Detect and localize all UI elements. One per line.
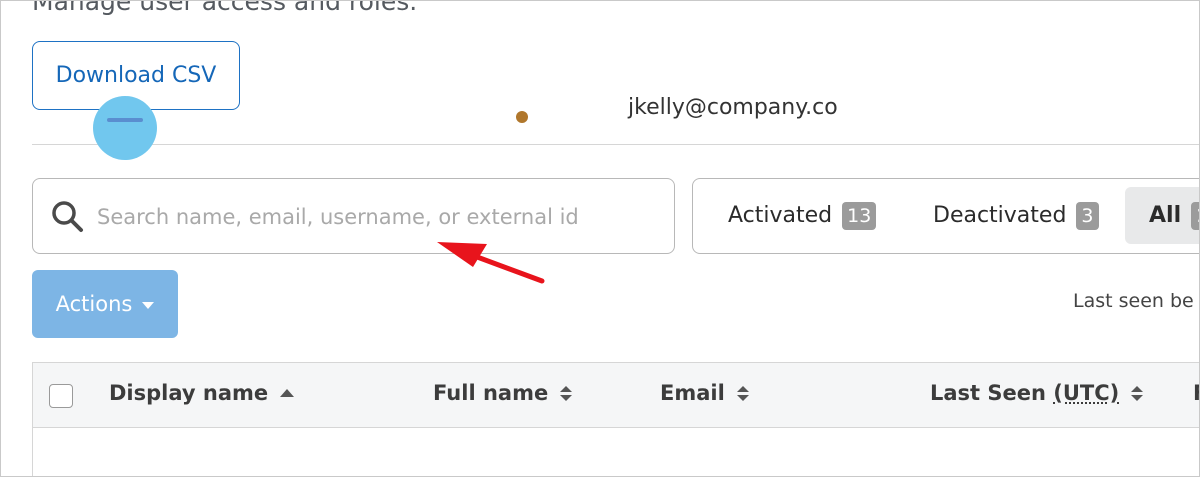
column-last-seen[interactable]: Last Seen (UTC)	[930, 381, 1144, 405]
column-label: Email	[660, 381, 725, 405]
column-display-name[interactable]: Display name	[109, 381, 295, 405]
sort-ascending-icon	[280, 389, 295, 397]
filter-all[interactable]: All 1	[1125, 187, 1199, 244]
column-label: Last Seen (UTC)	[930, 381, 1120, 405]
column-truncated[interactable]: F	[1193, 381, 1199, 405]
page-subtitle: Manage user access and roles.	[32, 0, 418, 16]
last-seen-filter-label: Last seen be	[1073, 290, 1194, 312]
avatar	[93, 96, 157, 160]
search-input[interactable]	[95, 193, 659, 241]
divider	[32, 144, 1199, 145]
sort-icon	[736, 385, 749, 401]
count-badge: 3	[1076, 201, 1099, 230]
column-email[interactable]: Email	[660, 381, 749, 405]
table-header: Display name Full name Email Last Seen (…	[33, 363, 1199, 428]
user-icon-fragment	[516, 111, 528, 123]
users-page: Manage user access and roles. Download C…	[0, 0, 1200, 477]
filter-label: All	[1149, 203, 1182, 228]
filter-label: Deactivated	[933, 203, 1067, 228]
search-box[interactable]	[32, 178, 675, 254]
status-filter-group: Activated 13 Deactivated 3 All 1	[692, 178, 1199, 254]
email-cell: jkelly@company.co	[628, 95, 838, 120]
actions-dropdown-button[interactable]: Actions	[32, 270, 178, 338]
column-label: F	[1193, 381, 1199, 405]
actions-label: Actions	[55, 292, 133, 316]
sort-icon	[1131, 385, 1144, 401]
chevron-down-icon	[142, 301, 155, 309]
search-icon	[51, 200, 85, 234]
users-table: Display name Full name Email Last Seen (…	[32, 362, 1199, 476]
count-badge: 13	[842, 201, 877, 230]
filter-label: Activated	[728, 203, 833, 228]
filter-deactivated[interactable]: Deactivated 3	[933, 179, 1099, 252]
column-label: Display name	[109, 381, 269, 405]
count-badge: 1	[1191, 201, 1199, 230]
column-label: Full name	[433, 381, 549, 405]
select-all-checkbox[interactable]	[49, 384, 73, 408]
sort-icon	[560, 385, 573, 401]
column-full-name[interactable]: Full name	[433, 381, 573, 405]
filter-activated[interactable]: Activated 13	[728, 179, 877, 252]
